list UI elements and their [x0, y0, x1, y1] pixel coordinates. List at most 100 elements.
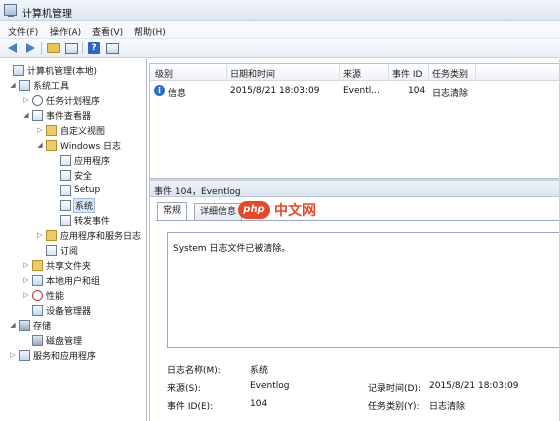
menu-help[interactable]: 帮助(H) [134, 25, 166, 38]
column-divider[interactable] [226, 64, 227, 81]
column-header-source[interactable]: 来源 [343, 67, 361, 80]
back-button[interactable] [4, 41, 20, 55]
expand-arrow-icon[interactable]: ▷ [22, 96, 30, 104]
expand-arrow-icon[interactable]: ▷ [9, 351, 17, 359]
collapse-arrow-icon[interactable]: ◢ [22, 111, 30, 119]
tree-item-application-log[interactable]: 应用程序 [50, 153, 110, 167]
tree-item-task-scheduler[interactable]: ▷ 任务计划程序 [22, 93, 100, 107]
forward-button[interactable] [22, 41, 38, 55]
event-list-header: 级别 日期和时间 来源 事件 ID 任务类别 [150, 64, 559, 81]
storage-icon [19, 319, 30, 331]
navigation-tree: 计算机管理(本地) ◢ 系统工具 ▷ 任务计划程序 ◢ 事件查看器 ▷ 自定义视… [0, 59, 147, 421]
expander-icon [50, 201, 58, 209]
collapse-arrow-icon[interactable]: ◢ [9, 321, 17, 329]
column-header-level[interactable]: 级别 [155, 67, 173, 80]
expander-icon [50, 171, 58, 179]
tree-item-label: 系统工具 [33, 81, 70, 92]
source-label: 来源(S): [167, 384, 201, 394]
tree-item-system-tools[interactable]: ◢ 系统工具 [9, 78, 69, 92]
expander-icon [36, 246, 44, 254]
column-header-task-category[interactable]: 任务类别 [432, 67, 468, 80]
tree-item-windows-logs[interactable]: ◢ Windows 日志 [36, 138, 121, 152]
expander-icon[interactable] [3, 66, 11, 74]
column-header-event-id[interactable]: 事件 ID [392, 67, 422, 80]
column-divider[interactable] [475, 64, 476, 81]
expand-arrow-icon[interactable]: ▷ [36, 126, 44, 134]
tree-item-label: 本地用户和组 [46, 276, 101, 287]
tree-item-storage[interactable]: ◢ 存储 [9, 318, 51, 332]
up-level-button[interactable] [45, 41, 61, 55]
tree-item-subscriptions[interactable]: 订阅 [36, 243, 78, 257]
tree-item-custom-views[interactable]: ▷ 自定义视图 [36, 123, 105, 137]
expand-arrow-icon[interactable]: ▷ [22, 276, 30, 284]
event-description-box[interactable]: System 日志文件已被清除。 [167, 232, 560, 348]
toolbar-separator [41, 42, 42, 54]
info-icon: i [154, 85, 165, 96]
tree-item-label: 共享文件夹 [46, 261, 92, 272]
event-id-label: 事件 ID(E): [167, 402, 214, 412]
properties-button[interactable] [104, 41, 120, 55]
event-id-value: 104 [250, 399, 268, 409]
menu-view[interactable]: 查看(V) [92, 25, 123, 38]
tree-item-setup-log[interactable]: Setup [50, 183, 100, 197]
expander-icon [50, 216, 58, 224]
menu-file[interactable]: 文件(F) [8, 25, 38, 38]
tree-item-disk-management[interactable]: 磁盘管理 [22, 333, 82, 347]
tree-item-event-viewer[interactable]: ◢ 事件查看器 [22, 108, 91, 122]
table-row[interactable]: i 信息 2015/8/21 18:03:09 Eventl... 104 日志… [150, 84, 559, 99]
log-icon [60, 214, 71, 226]
cell-level: 信息 [168, 89, 187, 99]
tree-item-label: 设备管理器 [46, 306, 92, 317]
tools-icon [19, 79, 30, 91]
watermark: php 中文网 [238, 200, 316, 220]
tree-item-security-log[interactable]: 安全 [50, 168, 92, 182]
tree-item-label: Windows 日志 [60, 141, 122, 152]
tree-item-app-service-logs[interactable]: ▷ 应用程序和服务日志 [36, 228, 141, 242]
tree-item-label: 订阅 [60, 246, 79, 257]
shared-folder-icon [32, 259, 43, 271]
log-icon [60, 169, 71, 181]
column-divider[interactable] [339, 64, 340, 81]
tab-details[interactable]: 详细信息 [194, 203, 243, 220]
menu-bar: 文件(F) 操作(A) 查看(V) 帮助(H) [0, 21, 560, 39]
performance-icon [32, 289, 43, 301]
show-hide-tree-button[interactable] [63, 41, 79, 55]
cell-source: Eventl... [343, 86, 380, 96]
event-detail-header: 事件 104，Eventlog [150, 181, 560, 197]
tree-item-performance[interactable]: ▷ 性能 [22, 288, 64, 302]
collapse-arrow-icon[interactable]: ◢ [36, 141, 44, 149]
expand-arrow-icon[interactable]: ▷ [36, 231, 44, 239]
tree-item-forwarded-events[interactable]: 转发事件 [50, 213, 110, 227]
column-header-datetime[interactable]: 日期和时间 [230, 67, 275, 80]
log-icon [60, 199, 71, 211]
tree-item-label: 系统 [72, 197, 96, 213]
collapse-arrow-icon[interactable]: ◢ [9, 81, 17, 89]
tree-item-system-log[interactable]: 系统 [50, 197, 96, 213]
expander-icon [22, 306, 30, 314]
folder-icon [46, 124, 57, 136]
clock-icon [32, 94, 43, 106]
watermark-text: 中文网 [274, 203, 316, 219]
expand-arrow-icon[interactable]: ▷ [22, 261, 30, 269]
forward-arrow-icon [25, 43, 35, 53]
computer-icon [13, 64, 24, 76]
task-category-label: 任务类别(Y): [368, 402, 420, 412]
tree-item-label: 磁盘管理 [46, 336, 83, 347]
menu-action[interactable]: 操作(A) [50, 25, 81, 38]
tree-item-computer-management[interactable]: 计算机管理(本地) [3, 63, 97, 77]
tab-general[interactable]: 常规 [157, 202, 188, 220]
tree-item-label: 转发事件 [74, 216, 111, 227]
cell-event-id: 104 [408, 86, 426, 96]
cell-task-category: 日志清除 [432, 89, 469, 99]
expand-arrow-icon[interactable]: ▷ [22, 291, 30, 299]
event-description: System 日志文件已被清除。 [173, 244, 291, 254]
column-divider[interactable] [388, 64, 389, 81]
device-manager-icon [32, 304, 43, 316]
tree-item-services-apps[interactable]: ▷ 服务和应用程序 [9, 348, 96, 362]
column-divider[interactable] [428, 64, 429, 81]
disk-icon [32, 334, 43, 346]
tree-item-local-users-groups[interactable]: ▷ 本地用户和组 [22, 273, 100, 287]
help-button[interactable]: ? [86, 41, 102, 55]
tree-item-shared-folders[interactable]: ▷ 共享文件夹 [22, 258, 91, 272]
tree-item-device-manager[interactable]: 设备管理器 [22, 303, 91, 317]
